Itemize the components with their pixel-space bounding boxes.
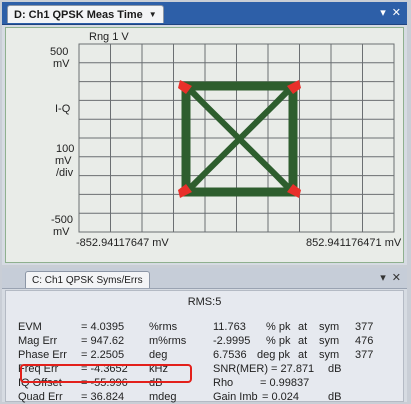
x-right-label: 852.941176471 mV: [306, 237, 402, 249]
snr-mer-value: SNR(MER) = 27.871: [213, 363, 315, 375]
metric-unit: deg: [149, 349, 168, 361]
close-icon[interactable]: ✕: [392, 6, 401, 19]
close-icon[interactable]: ✕: [392, 271, 401, 284]
metric-value: = 2.2505: [81, 349, 125, 361]
peak-unit: deg pk: [257, 349, 291, 361]
top-tabstrip: D: Ch1 QPSK Meas Time ▼ ▾ ✕: [2, 2, 407, 25]
y-bottom-value: -500: [51, 214, 74, 226]
metric-name: Mag Err: [18, 335, 58, 347]
y-top-unit: mV: [53, 58, 70, 70]
y-bottom-unit: mV: [53, 226, 70, 238]
table-row: EVM = 4.0395 %rms 11.763 % pk at sym 377: [6, 321, 403, 334]
chevron-down-icon[interactable]: ▾: [380, 271, 386, 284]
syms-errs-panel: C: Ch1 QPSK Syms/Errs ▾ ✕ RMS:5 EVM = 4.…: [2, 268, 407, 404]
at-label: at: [298, 321, 308, 333]
metric-name: Phase Err: [18, 349, 67, 361]
sym-label: sym: [319, 349, 340, 361]
table-row: Quad Err = 36.824 mdeg Gain Imb = 0.024 …: [6, 391, 403, 404]
metric-value: = 947.62: [81, 335, 125, 347]
iq-plot-panel: D: Ch1 QPSK Meas Time ▼ ▾ ✕ Rng 1 V 500 …: [2, 2, 407, 265]
rms-label: RMS:5: [187, 296, 222, 308]
results-table: RMS:5 EVM = 4.0395 %rms 11.763 % pk at s…: [5, 290, 404, 404]
scale-per-div: /div: [56, 167, 74, 179]
at-label: at: [298, 335, 308, 347]
peak-unit: % pk: [266, 321, 291, 333]
y-top-value: 500: [50, 46, 69, 58]
scale-unit: mV: [55, 155, 72, 167]
metric-unit: mdeg: [149, 391, 177, 403]
gain-imb-unit: dB: [328, 391, 342, 403]
chevron-down-icon[interactable]: ▾: [380, 6, 386, 19]
metric-name: Quad Err: [18, 391, 63, 403]
bottom-window-controls: ▾ ✕: [380, 271, 401, 284]
sym-label: sym: [319, 335, 340, 347]
peak-value: 6.7536: [213, 349, 247, 361]
dropdown-arrow-icon[interactable]: ▼: [149, 10, 157, 19]
y-axis-label: I-Q: [55, 103, 71, 115]
rho-value: = 0.99837: [260, 377, 310, 389]
metric-name: EVM: [18, 321, 42, 333]
tab-syms-errs-label: C: Ch1 QPSK Syms/Errs: [32, 274, 143, 286]
bottom-tabstrip: C: Ch1 QPSK Syms/Errs ▾ ✕: [2, 268, 407, 289]
snr-unit: dB: [328, 363, 342, 375]
table-row: Mag Err = 947.62 m%rms -2.9995 % pk at s…: [6, 335, 403, 348]
tab-meas-time[interactable]: D: Ch1 QPSK Meas Time ▼: [7, 5, 164, 23]
symbol-number: 377: [355, 321, 374, 333]
metric-unit: %rms: [149, 321, 178, 333]
metric-unit: m%rms: [149, 335, 187, 347]
peak-value: 11.763: [213, 321, 246, 333]
phase-err-highlight-box: [20, 364, 192, 383]
iq-constellation-plot[interactable]: Rng 1 V 500 mV I-Q 100 mV /div -500 mV -…: [5, 27, 404, 263]
tab-syms-errs[interactable]: C: Ch1 QPSK Syms/Errs: [25, 271, 150, 288]
range-label: Rng 1 V: [89, 31, 129, 43]
top-window-controls: ▾ ✕: [380, 6, 401, 19]
at-label: at: [298, 349, 308, 361]
gain-imb-value: = 0.024: [262, 391, 300, 403]
tab-meas-time-label: D: Ch1 QPSK Meas Time: [14, 8, 143, 21]
peak-unit: % pk: [266, 335, 291, 347]
scale-value: 100: [56, 143, 75, 155]
gain-imb-label: Gain Imb: [213, 391, 258, 403]
sym-label: sym: [319, 321, 340, 333]
table-row: Phase Err = 2.2505 deg 6.7536 deg pk at …: [6, 349, 403, 362]
symbol-number: 377: [355, 349, 374, 361]
rho-label: Rho: [213, 377, 234, 389]
metric-value: = 36.824: [81, 391, 125, 403]
x-left-label: -852.94117647 mV: [76, 237, 169, 249]
metric-value: = 4.0395: [81, 321, 125, 333]
symbol-number: 476: [355, 335, 374, 347]
peak-value: -2.9995: [213, 335, 251, 347]
